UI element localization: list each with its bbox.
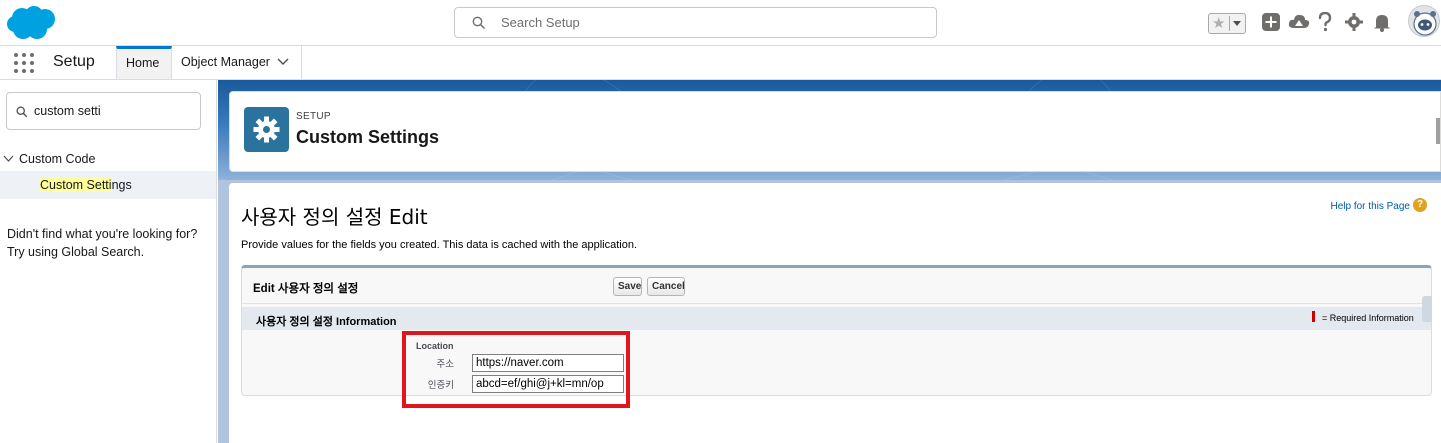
setup-sidebar: Custom Code Custom Settings Didn't find … <box>0 80 217 443</box>
help-for-page-link[interactable]: Help for this Page <box>1331 201 1411 212</box>
setup-gear-tile <box>244 107 289 152</box>
required-info-text: = Required Information <box>1322 313 1414 323</box>
page-title: Custom Settings <box>296 127 440 147</box>
tree-node-label: Custom Settings <box>40 178 132 192</box>
tree-node-label: Custom Code <box>19 152 96 166</box>
astro-avatar-icon <box>1413 11 1437 36</box>
app-name: Setup <box>53 53 95 70</box>
annotation-highlight-box <box>402 331 630 408</box>
chevron-down-icon[interactable] <box>277 58 289 66</box>
tab-object-manager-label: Object Manager <box>181 55 270 69</box>
tab-home[interactable]: Home <box>116 46 172 79</box>
help-question-icon[interactable]: ? <box>1413 198 1427 212</box>
section-title: 사용자 정의 설정 Information <box>256 316 397 328</box>
page-block-title: Edit 사용자 정의 설정 <box>253 283 359 295</box>
gear-icon[interactable] <box>1344 12 1364 32</box>
page-description: Provide values for the fields you create… <box>241 239 638 251</box>
quick-find-input[interactable] <box>34 93 194 129</box>
chevron-down-icon[interactable] <box>1229 16 1243 31</box>
help-icon[interactable] <box>1317 12 1333 32</box>
tree-node-custom-code[interactable]: Custom Code <box>0 150 216 170</box>
cancel-button[interactable]: Cancel <box>647 277 685 296</box>
favorites-button[interactable]: ★ <box>1208 13 1246 34</box>
quick-find-box[interactable] <box>6 92 201 130</box>
user-avatar[interactable] <box>1408 5 1440 37</box>
global-search-box[interactable] <box>454 7 937 38</box>
trailhead-icon[interactable] <box>1288 12 1310 32</box>
chevron-down-icon[interactable] <box>3 155 14 163</box>
side-panel-toggle[interactable] <box>1422 296 1432 322</box>
app-launcher-icon[interactable] <box>14 53 34 73</box>
panel-edge-handle[interactable] <box>1436 118 1440 144</box>
gear-icon <box>253 116 280 143</box>
hint-line-2: Try using Global Search. <box>7 245 145 259</box>
search-icon <box>16 106 28 118</box>
search-icon <box>472 16 486 30</box>
setup-eyebrow: SETUP <box>296 111 331 122</box>
global-search-input[interactable] <box>501 8 921 37</box>
star-icon: ★ <box>1212 15 1226 32</box>
tree-node-label-rest: ngs <box>111 178 132 192</box>
edit-page-title: 사용자 정의 설정 Edit <box>241 205 428 229</box>
context-bar: Setup Home Object Manager <box>0 46 1441 80</box>
search-highlight: Custom Setti <box>40 178 112 192</box>
salesforce-logo-icon[interactable] <box>6 5 58 41</box>
tab-object-manager[interactable]: Object Manager <box>172 46 302 79</box>
tree-node-custom-settings[interactable]: Custom Settings <box>0 171 216 199</box>
global-header: ★ <box>0 0 1441 46</box>
global-search-hint: Didn't find what you're looking for? Try… <box>7 225 212 261</box>
required-marker <box>1312 311 1315 322</box>
save-button[interactable]: Save <box>613 277 642 296</box>
tab-home-label: Home <box>126 56 160 70</box>
section-header: 사용자 정의 설정 Information = Required Informa… <box>242 307 1431 330</box>
add-icon[interactable] <box>1261 12 1281 32</box>
setup-page-header: SETUP Custom Settings <box>229 91 1441 172</box>
notification-bell-icon[interactable] <box>1372 12 1392 32</box>
hint-line-1: Didn't find what you're looking for? <box>7 227 198 241</box>
page-block-header: Edit 사용자 정의 설정 Save Cancel <box>242 268 1431 304</box>
